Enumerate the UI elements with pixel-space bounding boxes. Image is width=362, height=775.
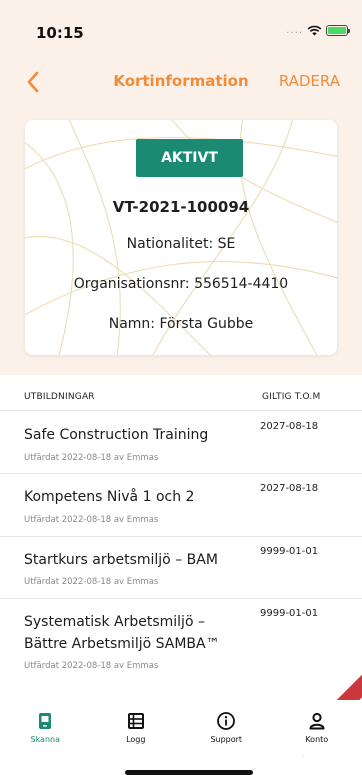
tab-label: Skanna: [30, 735, 60, 744]
log-list-icon: [127, 713, 144, 729]
tab-label: Support: [210, 735, 243, 744]
list-item[interactable]: Safe Construction Training 2027-08-18 Ut…: [0, 411, 362, 474]
tab-skanna[interactable]: Skanna: [0, 700, 91, 755]
list-item-title-line2: Bättre Arbetsmiljö SAMBA™: [24, 636, 220, 652]
status-icons: ....: [286, 25, 350, 36]
tab-support[interactable]: Support: [181, 700, 272, 755]
tab-bar: Skanna Logg Support Konto: [0, 700, 362, 755]
status-bar: 10:15 ....: [0, 0, 362, 50]
list-item-date: 9999-01-01: [260, 546, 319, 557]
nationality: Nationalitet: SE: [126, 236, 236, 252]
column-header-valid-until: GILTIG T.O.M: [262, 392, 321, 402]
list-item-date: 9999-01-01: [260, 608, 319, 619]
column-header-educations: UTBILDNINGAR: [24, 392, 95, 402]
list-item[interactable]: Kompetens Nivå 1 och 2 2027-08-18 Utfärd…: [0, 474, 362, 537]
info-circle-icon: [217, 712, 236, 730]
list-item-date: 2027-08-18: [260, 421, 319, 432]
list-item-issued: Utfärdat 2022-08-18 av Emmas: [24, 577, 159, 587]
list-item[interactable]: Systematisk Arbetsmiljö – Bättre Arbetsm…: [0, 599, 362, 689]
list-item-title: Kompetens Nivå 1 och 2: [24, 489, 195, 505]
nav-bar: Kortinformation RADERA: [0, 60, 362, 104]
list-item-issued: Utfärdat 2022-08-18 av Emmas: [24, 661, 159, 671]
card-id: VT-2021-100094: [112, 198, 250, 216]
list-header: UTBILDNINGAR GILTIG T.O.M: [0, 392, 362, 408]
tab-konto[interactable]: Konto: [272, 700, 362, 755]
list-item-title: Systematisk Arbetsmiljö –: [24, 614, 205, 630]
home-indicator: [125, 770, 253, 775]
delete-button[interactable]: RADERA: [279, 72, 340, 90]
status-time: 10:15: [36, 24, 84, 42]
list-item-issued: Utfärdat 2022-08-18 av Emmas: [24, 453, 159, 463]
list-item[interactable]: Startkurs arbetsmiljö – BAM 9999-01-01 U…: [0, 537, 362, 599]
tab-label: Logg: [126, 735, 146, 744]
holder-name: Namn: Första Gubbe: [108, 316, 254, 332]
scan-device-icon: [39, 713, 52, 729]
status-badge: AKTIVT: [136, 139, 243, 177]
wifi-icon: [307, 25, 322, 36]
user-icon: [309, 712, 325, 730]
battery-charging-icon: [326, 25, 350, 36]
tab-logg[interactable]: Logg: [91, 700, 182, 755]
list-item-title: Safe Construction Training: [24, 427, 209, 443]
organisation-number: Organisationsnr: 556514-4410: [73, 276, 289, 292]
signal-icon: ....: [286, 25, 303, 36]
id-card: AKTIVT VT-2021-100094 Nationalitet: SE O…: [25, 120, 337, 355]
list-item-date: 2027-08-18: [260, 483, 319, 494]
tab-label: Konto: [305, 735, 329, 744]
list-item-title: Startkurs arbetsmiljö – BAM: [24, 552, 218, 568]
list-item-issued: Utfärdat 2022-08-18 av Emmas: [24, 515, 159, 525]
